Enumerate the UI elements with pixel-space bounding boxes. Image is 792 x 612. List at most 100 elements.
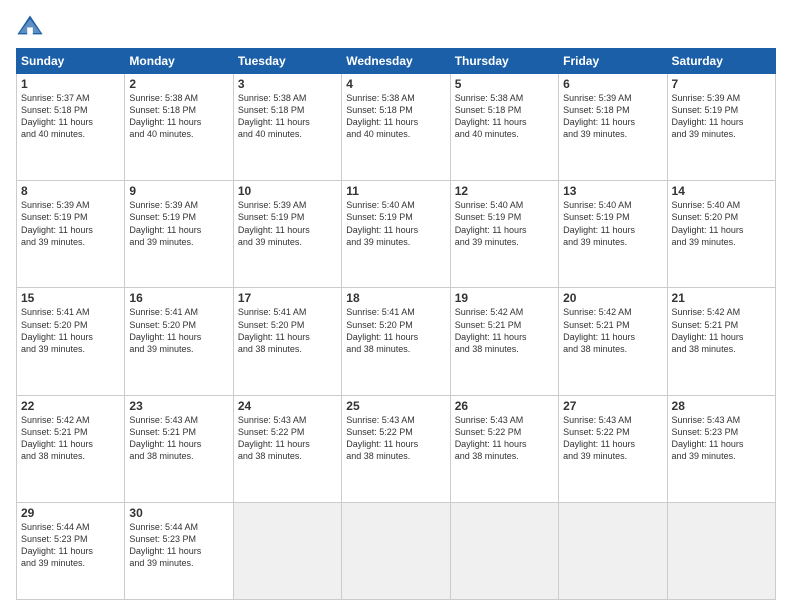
day-cell: 22Sunrise: 5:42 AM Sunset: 5:21 PM Dayli… xyxy=(17,395,125,502)
day-number: 14 xyxy=(672,184,771,198)
week-row-4: 22Sunrise: 5:42 AM Sunset: 5:21 PM Dayli… xyxy=(17,395,776,502)
day-info: Sunrise: 5:43 AM Sunset: 5:23 PM Dayligh… xyxy=(672,414,771,463)
day-cell: 18Sunrise: 5:41 AM Sunset: 5:20 PM Dayli… xyxy=(342,288,450,395)
day-number: 11 xyxy=(346,184,445,198)
col-header-monday: Monday xyxy=(125,49,233,74)
day-number: 23 xyxy=(129,399,228,413)
day-info: Sunrise: 5:41 AM Sunset: 5:20 PM Dayligh… xyxy=(21,306,120,355)
day-number: 27 xyxy=(563,399,662,413)
day-number: 3 xyxy=(238,77,337,91)
day-number: 1 xyxy=(21,77,120,91)
day-number: 15 xyxy=(21,291,120,305)
day-cell: 14Sunrise: 5:40 AM Sunset: 5:20 PM Dayli… xyxy=(667,181,775,288)
day-number: 13 xyxy=(563,184,662,198)
col-header-friday: Friday xyxy=(559,49,667,74)
day-info: Sunrise: 5:41 AM Sunset: 5:20 PM Dayligh… xyxy=(238,306,337,355)
week-row-2: 8Sunrise: 5:39 AM Sunset: 5:19 PM Daylig… xyxy=(17,181,776,288)
day-number: 22 xyxy=(21,399,120,413)
day-number: 26 xyxy=(455,399,554,413)
page: SundayMondayTuesdayWednesdayThursdayFrid… xyxy=(0,0,792,612)
day-cell: 24Sunrise: 5:43 AM Sunset: 5:22 PM Dayli… xyxy=(233,395,341,502)
day-info: Sunrise: 5:37 AM Sunset: 5:18 PM Dayligh… xyxy=(21,92,120,141)
day-info: Sunrise: 5:39 AM Sunset: 5:18 PM Dayligh… xyxy=(563,92,662,141)
day-cell: 29Sunrise: 5:44 AM Sunset: 5:23 PM Dayli… xyxy=(17,502,125,599)
day-info: Sunrise: 5:39 AM Sunset: 5:19 PM Dayligh… xyxy=(238,199,337,248)
day-number: 4 xyxy=(346,77,445,91)
day-info: Sunrise: 5:43 AM Sunset: 5:22 PM Dayligh… xyxy=(563,414,662,463)
day-info: Sunrise: 5:39 AM Sunset: 5:19 PM Dayligh… xyxy=(21,199,120,248)
day-number: 19 xyxy=(455,291,554,305)
day-cell: 13Sunrise: 5:40 AM Sunset: 5:19 PM Dayli… xyxy=(559,181,667,288)
col-header-sunday: Sunday xyxy=(17,49,125,74)
day-number: 8 xyxy=(21,184,120,198)
header xyxy=(16,12,776,40)
day-info: Sunrise: 5:43 AM Sunset: 5:22 PM Dayligh… xyxy=(346,414,445,463)
day-cell xyxy=(450,502,558,599)
day-cell: 11Sunrise: 5:40 AM Sunset: 5:19 PM Dayli… xyxy=(342,181,450,288)
day-number: 20 xyxy=(563,291,662,305)
day-cell xyxy=(342,502,450,599)
day-info: Sunrise: 5:44 AM Sunset: 5:23 PM Dayligh… xyxy=(21,521,120,570)
day-cell: 17Sunrise: 5:41 AM Sunset: 5:20 PM Dayli… xyxy=(233,288,341,395)
day-cell: 15Sunrise: 5:41 AM Sunset: 5:20 PM Dayli… xyxy=(17,288,125,395)
day-cell: 8Sunrise: 5:39 AM Sunset: 5:19 PM Daylig… xyxy=(17,181,125,288)
day-cell: 10Sunrise: 5:39 AM Sunset: 5:19 PM Dayli… xyxy=(233,181,341,288)
day-cell: 9Sunrise: 5:39 AM Sunset: 5:19 PM Daylig… xyxy=(125,181,233,288)
col-header-wednesday: Wednesday xyxy=(342,49,450,74)
week-row-5: 29Sunrise: 5:44 AM Sunset: 5:23 PM Dayli… xyxy=(17,502,776,599)
day-cell: 16Sunrise: 5:41 AM Sunset: 5:20 PM Dayli… xyxy=(125,288,233,395)
day-cell: 21Sunrise: 5:42 AM Sunset: 5:21 PM Dayli… xyxy=(667,288,775,395)
week-row-3: 15Sunrise: 5:41 AM Sunset: 5:20 PM Dayli… xyxy=(17,288,776,395)
day-number: 17 xyxy=(238,291,337,305)
day-number: 29 xyxy=(21,506,120,520)
day-info: Sunrise: 5:39 AM Sunset: 5:19 PM Dayligh… xyxy=(672,92,771,141)
day-number: 10 xyxy=(238,184,337,198)
logo xyxy=(16,12,48,40)
day-info: Sunrise: 5:40 AM Sunset: 5:19 PM Dayligh… xyxy=(346,199,445,248)
day-cell: 26Sunrise: 5:43 AM Sunset: 5:22 PM Dayli… xyxy=(450,395,558,502)
day-cell: 23Sunrise: 5:43 AM Sunset: 5:21 PM Dayli… xyxy=(125,395,233,502)
day-cell: 20Sunrise: 5:42 AM Sunset: 5:21 PM Dayli… xyxy=(559,288,667,395)
logo-icon xyxy=(16,12,44,40)
day-number: 28 xyxy=(672,399,771,413)
day-info: Sunrise: 5:39 AM Sunset: 5:19 PM Dayligh… xyxy=(129,199,228,248)
day-cell: 12Sunrise: 5:40 AM Sunset: 5:19 PM Dayli… xyxy=(450,181,558,288)
day-number: 21 xyxy=(672,291,771,305)
header-row: SundayMondayTuesdayWednesdayThursdayFrid… xyxy=(17,49,776,74)
day-cell: 1Sunrise: 5:37 AM Sunset: 5:18 PM Daylig… xyxy=(17,74,125,181)
day-info: Sunrise: 5:42 AM Sunset: 5:21 PM Dayligh… xyxy=(672,306,771,355)
day-info: Sunrise: 5:43 AM Sunset: 5:22 PM Dayligh… xyxy=(455,414,554,463)
day-cell xyxy=(667,502,775,599)
day-number: 5 xyxy=(455,77,554,91)
col-header-saturday: Saturday xyxy=(667,49,775,74)
day-cell: 2Sunrise: 5:38 AM Sunset: 5:18 PM Daylig… xyxy=(125,74,233,181)
day-info: Sunrise: 5:42 AM Sunset: 5:21 PM Dayligh… xyxy=(563,306,662,355)
day-info: Sunrise: 5:40 AM Sunset: 5:20 PM Dayligh… xyxy=(672,199,771,248)
day-number: 25 xyxy=(346,399,445,413)
day-number: 9 xyxy=(129,184,228,198)
day-info: Sunrise: 5:42 AM Sunset: 5:21 PM Dayligh… xyxy=(455,306,554,355)
day-info: Sunrise: 5:40 AM Sunset: 5:19 PM Dayligh… xyxy=(563,199,662,248)
day-info: Sunrise: 5:43 AM Sunset: 5:22 PM Dayligh… xyxy=(238,414,337,463)
col-header-thursday: Thursday xyxy=(450,49,558,74)
day-cell: 19Sunrise: 5:42 AM Sunset: 5:21 PM Dayli… xyxy=(450,288,558,395)
week-row-1: 1Sunrise: 5:37 AM Sunset: 5:18 PM Daylig… xyxy=(17,74,776,181)
day-info: Sunrise: 5:38 AM Sunset: 5:18 PM Dayligh… xyxy=(346,92,445,141)
day-info: Sunrise: 5:38 AM Sunset: 5:18 PM Dayligh… xyxy=(455,92,554,141)
day-cell: 28Sunrise: 5:43 AM Sunset: 5:23 PM Dayli… xyxy=(667,395,775,502)
day-number: 2 xyxy=(129,77,228,91)
day-number: 24 xyxy=(238,399,337,413)
day-cell: 3Sunrise: 5:38 AM Sunset: 5:18 PM Daylig… xyxy=(233,74,341,181)
col-header-tuesday: Tuesday xyxy=(233,49,341,74)
day-number: 12 xyxy=(455,184,554,198)
day-info: Sunrise: 5:41 AM Sunset: 5:20 PM Dayligh… xyxy=(346,306,445,355)
day-number: 30 xyxy=(129,506,228,520)
day-number: 16 xyxy=(129,291,228,305)
day-info: Sunrise: 5:43 AM Sunset: 5:21 PM Dayligh… xyxy=(129,414,228,463)
day-number: 6 xyxy=(563,77,662,91)
day-cell xyxy=(233,502,341,599)
day-info: Sunrise: 5:41 AM Sunset: 5:20 PM Dayligh… xyxy=(129,306,228,355)
day-cell: 4Sunrise: 5:38 AM Sunset: 5:18 PM Daylig… xyxy=(342,74,450,181)
day-info: Sunrise: 5:42 AM Sunset: 5:21 PM Dayligh… xyxy=(21,414,120,463)
day-cell: 30Sunrise: 5:44 AM Sunset: 5:23 PM Dayli… xyxy=(125,502,233,599)
